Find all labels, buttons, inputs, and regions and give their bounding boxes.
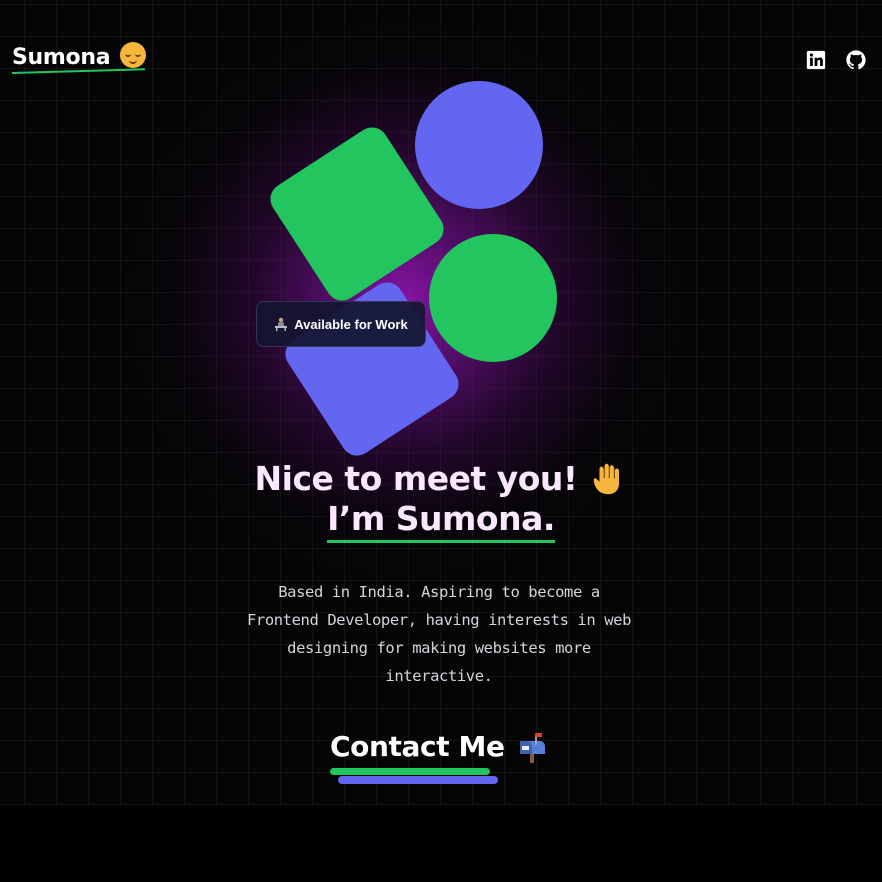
linkedin-icon bbox=[806, 50, 826, 70]
headline-greeting: Nice to meet you! bbox=[254, 459, 578, 498]
contact-underline-green bbox=[330, 768, 490, 775]
github-link[interactable] bbox=[845, 49, 867, 71]
mailbox-icon bbox=[519, 732, 545, 763]
linkedin-link[interactable] bbox=[805, 49, 827, 71]
relieved-face-icon bbox=[120, 42, 147, 68]
logo-text: Sumona bbox=[12, 44, 111, 70]
person-at-desk-icon bbox=[275, 317, 288, 331]
badge-text: Available for Work bbox=[294, 316, 408, 332]
headline-line2: I’m Sumona. bbox=[0, 499, 882, 543]
github-icon bbox=[846, 50, 866, 70]
purple-circle-shape bbox=[415, 81, 543, 209]
logo-link[interactable]: Sumona bbox=[12, 42, 147, 70]
waving-hand-icon bbox=[594, 463, 620, 494]
contact-me-link[interactable]: Contact Me bbox=[330, 730, 547, 763]
contact-underline-purple bbox=[338, 776, 498, 784]
bio-text: Based in India. Aspiring to become a Fro… bbox=[246, 583, 632, 685]
contact-label: Contact Me bbox=[330, 730, 505, 763]
green-circle-shape bbox=[429, 234, 557, 362]
headline-name: I’m Sumona. bbox=[327, 499, 555, 543]
page: Sumona Available for Work Nice to meet y… bbox=[0, 0, 882, 882]
availability-badge: Available for Work bbox=[256, 301, 426, 347]
hero-section: Sumona Available for Work Nice to meet y… bbox=[0, 0, 882, 805]
headline-line1: Nice to meet you! bbox=[0, 459, 882, 498]
